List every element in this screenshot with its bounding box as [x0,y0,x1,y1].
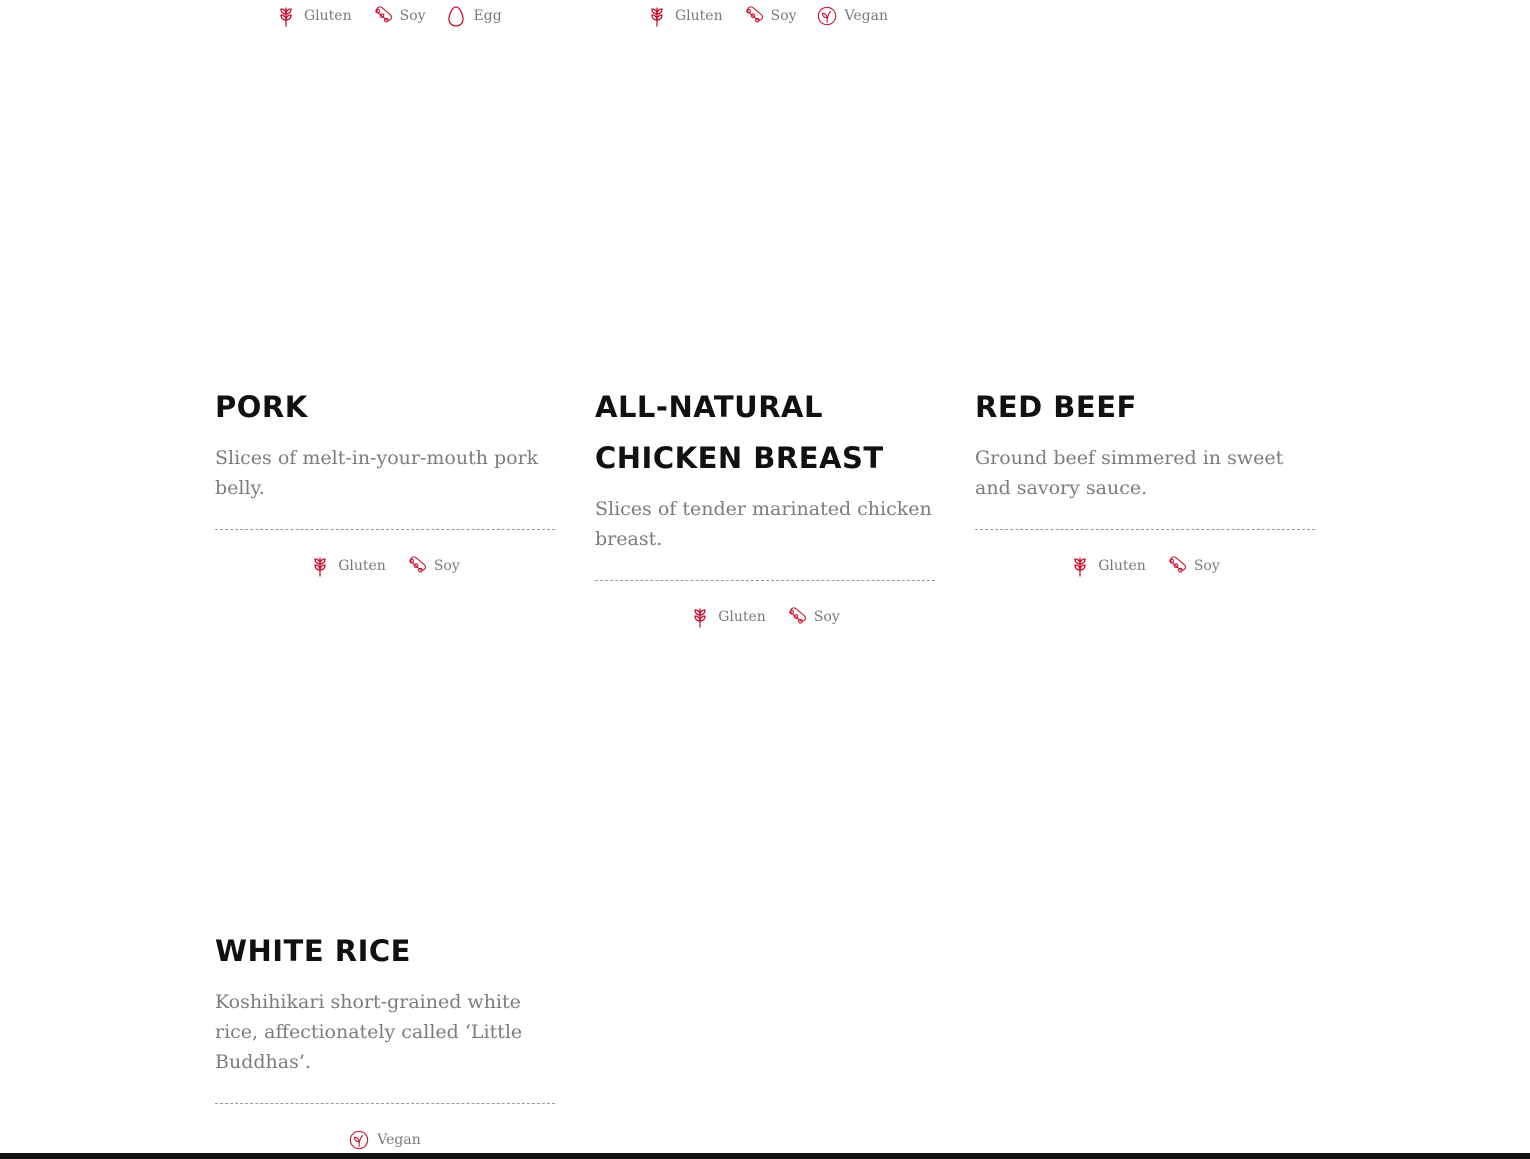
allergen-label: Egg [473,8,502,24]
allergen-gluten: Gluten [1070,555,1146,577]
allergen-egg: Egg [446,5,502,27]
divider [595,580,935,581]
allergen-label: Soy [770,8,797,24]
allergen-row-top-2: Gluten Soy Vegan [647,4,888,28]
allergen-list: Gluten Soy [595,605,935,629]
menu-item-white-rice: WHITE RICE Koshihikari short-grained whi… [215,926,555,1152]
allergen-list: Gluten Soy [215,554,555,578]
menu-item-description: Ground beef simmered in sweet and savory… [975,447,1284,499]
allergen-label: Soy [1193,558,1220,574]
allergen-gluten: Gluten [647,5,723,27]
soybean-icon [786,606,806,628]
allergen-gluten: Gluten [690,606,766,628]
divider [215,529,555,530]
soybean-icon [406,555,426,577]
allergen-label: Soy [433,558,460,574]
allergen-row-top-1: Gluten Soy Egg [276,4,502,28]
wheat-icon [310,555,330,577]
allergen-list: Vegan [215,1128,555,1152]
menu-item-title: ALL-NATURAL CHICKEN BREAST [595,390,884,475]
allergen-soy: Soy [1166,555,1220,577]
allergen-label: Vegan [377,1132,421,1148]
menu-item-description: Koshihikari short-grained white rice, af… [215,991,523,1073]
soybean-icon [743,5,763,27]
wheat-icon [647,5,667,27]
soybean-icon [372,5,392,27]
allergen-vegan: Vegan [349,1129,421,1151]
menu-item-description: Slices of melt-in-your-mouth pork belly. [215,447,539,499]
allergen-soy: Soy [372,5,426,27]
allergen-label: Vegan [844,8,888,24]
divider [975,529,1315,530]
allergen-gluten: Gluten [310,555,386,577]
bottom-bar [0,1153,1530,1159]
egg-icon [446,5,466,27]
allergen-vegan: Vegan [817,5,888,27]
allergen-soy: Soy [406,555,460,577]
allergen-soy: Soy [743,5,797,27]
menu-item-chicken-breast: ALL-NATURAL CHICKEN BREAST Slices of ten… [595,382,935,629]
divider [215,1103,555,1104]
soybean-icon [1166,555,1186,577]
allergen-gluten: Gluten [276,5,352,27]
allergen-label: Gluten [304,8,352,24]
allergen-label: Gluten [718,609,766,625]
menu-item-title: WHITE RICE [215,934,411,968]
allergen-label: Soy [399,8,426,24]
allergen-label: Gluten [338,558,386,574]
menu-item-description: Slices of tender marinated chicken breas… [595,498,932,550]
menu-item-pork: PORK Slices of melt-in-your-mouth pork b… [215,382,555,578]
wheat-icon [1070,555,1090,577]
allergen-label: Gluten [1098,558,1146,574]
leaf-icon [817,5,837,27]
wheat-icon [690,606,710,628]
allergen-label: Soy [813,609,840,625]
menu-item-title: PORK [215,390,308,424]
wheat-icon [276,5,296,27]
leaf-icon [349,1129,369,1151]
menu-item-red-beef: RED BEEF Ground beef simmered in sweet a… [975,382,1315,578]
allergen-soy: Soy [786,606,840,628]
allergen-label: Gluten [675,8,723,24]
menu-item-title: RED BEEF [975,390,1137,424]
allergen-list: Gluten Soy [975,554,1315,578]
